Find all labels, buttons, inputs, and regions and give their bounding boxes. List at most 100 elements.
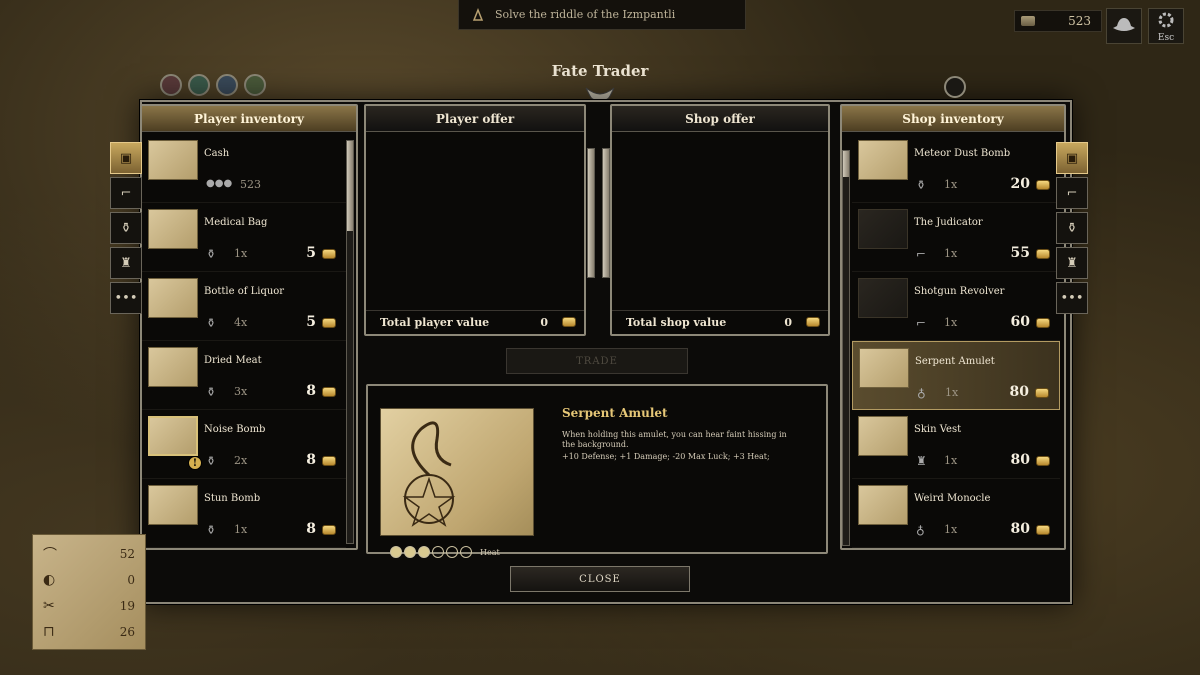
tab-all-items[interactable]: ▣: [110, 142, 142, 174]
tab-weapons[interactable]: ⌐: [110, 177, 142, 209]
flask-icon: ⚱: [120, 220, 132, 236]
tab-consumables[interactable]: ⚱: [110, 212, 142, 244]
stun-bomb-thumbnail: [148, 485, 198, 525]
window-title: Fate Trader: [551, 62, 649, 80]
shop-inventory-panel: Shop inventory Meteor Dust Bomb ⚱ 1x 20 …: [840, 104, 1066, 550]
meteor-dust-bomb-thumbnail: [858, 140, 908, 180]
detail-description: When holding this amulet, you can hear f…: [562, 430, 787, 449]
item-quantity: 1x: [944, 178, 958, 191]
item-price: 55: [1010, 245, 1030, 261]
flask-icon: ⚱: [206, 316, 217, 330]
inventory-item[interactable]: Stun Bomb ⚱ 1x 8: [142, 479, 346, 548]
tab-misc[interactable]: •••: [110, 282, 142, 314]
close-button[interactable]: CLOSE: [510, 566, 690, 592]
trade-button[interactable]: TRADE: [506, 348, 688, 374]
item-quantity: 1x: [944, 247, 958, 260]
player-offer-header: Player offer: [366, 106, 584, 132]
coins-icon: ●●●: [206, 178, 233, 189]
tab-armor[interactable]: ♜: [1056, 247, 1088, 279]
esc-label: Esc: [1157, 32, 1175, 43]
dried-meat-thumbnail: [148, 347, 198, 387]
party-member-portrait[interactable]: [160, 74, 182, 96]
heat-skull-icon: [404, 546, 416, 558]
shop-inventory-scrollbar[interactable]: [842, 150, 850, 546]
heat-meter: Heat: [390, 546, 500, 558]
cash-icon: [1021, 16, 1035, 26]
character-button[interactable]: [1106, 8, 1142, 44]
heat-skull-icon: [390, 546, 402, 558]
item-price: 8: [306, 521, 316, 537]
flask-icon: ⚱: [206, 385, 217, 399]
warning-icon: !: [188, 456, 202, 470]
coin-icon: [806, 317, 820, 327]
item-quantity: 1x: [234, 523, 248, 536]
inventory-item[interactable]: Skin Vest ♜ 1x 80: [852, 410, 1060, 479]
bottle-thumbnail: [148, 278, 198, 318]
menu-button[interactable]: Esc: [1148, 8, 1184, 44]
inventory-item[interactable]: Meteor Dust Bomb ⚱ 1x 20: [852, 134, 1060, 203]
party-member-portrait[interactable]: [188, 74, 210, 96]
scroll-thumb[interactable]: [588, 149, 594, 277]
inventory-item[interactable]: Shotgun Revolver ⌐ 1x 60: [852, 272, 1060, 341]
inventory-item[interactable]: Cash ●●● 523: [142, 134, 346, 203]
coin-icon: [1036, 180, 1050, 190]
party-member-portrait[interactable]: [216, 74, 238, 96]
shotgun-revolver-thumbnail: [858, 278, 908, 318]
scroll-thumb[interactable]: [347, 141, 353, 231]
player-inventory-panel: Player inventory Cash ●●● 523 Medical Ba…: [140, 104, 358, 550]
item-price: 5: [306, 314, 316, 330]
revolver-icon: ⌐: [120, 185, 132, 201]
item-name: The Judicator: [914, 217, 983, 228]
tab-weapons[interactable]: ⌐: [1056, 177, 1088, 209]
cash-value: 523: [1068, 14, 1091, 28]
tab-all-items[interactable]: ▣: [1056, 142, 1088, 174]
player-offer-scrollbar[interactable]: [587, 148, 595, 278]
resources-panel: ⌒ 52 ◐ 0 ✂ 19 ⊓ 26: [32, 534, 146, 650]
inventory-item[interactable]: Medical Bag ⚱ 1x 5: [142, 203, 346, 272]
item-name: Bottle of Liquor: [204, 286, 285, 297]
scroll-thumb[interactable]: [843, 151, 849, 177]
party-member-portrait[interactable]: [244, 74, 266, 96]
flask-icon: ⚱: [916, 178, 927, 192]
scroll-thumb[interactable]: [603, 149, 609, 277]
item-quantity: 1x: [944, 454, 958, 467]
quest-text: Solve the riddle of the Izmpantli: [495, 8, 676, 21]
more-icon: •••: [114, 290, 138, 306]
stat-value: 26: [119, 625, 135, 639]
medical-bag-thumbnail: [148, 209, 198, 249]
quest-banner: Solve the riddle of the Izmpantli: [458, 0, 746, 30]
inventory-item[interactable]: Dried Meat ⚱ 3x 8: [142, 341, 346, 410]
amulet-icon: ♁: [917, 386, 926, 400]
flask-icon: ⚱: [206, 454, 217, 468]
revolver-icon: ⌐: [1066, 185, 1078, 201]
coin-icon: [1036, 456, 1050, 466]
inventory-item-selected[interactable]: Serpent Amulet ♁ 1x 80: [852, 341, 1060, 410]
tools-icon: ✂: [43, 598, 55, 614]
item-name: Shotgun Revolver: [914, 286, 1005, 297]
inventory-item[interactable]: The Judicator ⌐ 1x 55: [852, 203, 1060, 272]
tab-misc[interactable]: •••: [1056, 282, 1088, 314]
shop-offer-scrollbar[interactable]: [602, 148, 610, 278]
player-inventory-scrollbar[interactable]: [346, 140, 354, 544]
revolver-icon: ⌐: [916, 247, 927, 261]
party-portraits: [160, 74, 266, 96]
shop-total-label: Total shop value: [626, 316, 727, 329]
backpack-icon: ▣: [119, 150, 133, 166]
item-price: 60: [1010, 314, 1030, 330]
serpent-amulet-thumbnail: [859, 348, 909, 388]
inventory-item[interactable]: Weird Monocle ♁ 1x 80: [852, 479, 1060, 548]
shop-category-tabs: ▣ ⌐ ⚱ ♜ •••: [1056, 142, 1088, 314]
coin-icon: [322, 525, 336, 535]
weird-monocle-thumbnail: [858, 485, 908, 525]
detail-title: Serpent Amulet: [562, 406, 668, 420]
flask-icon: ⚱: [1066, 220, 1078, 236]
coin-icon: [322, 387, 336, 397]
inventory-item[interactable]: ! Noise Bomb ⚱ 2x 8: [142, 410, 346, 479]
item-quantity: 1x: [944, 316, 958, 329]
tab-consumables[interactable]: ⚱: [1056, 212, 1088, 244]
gear-icon: [1156, 10, 1176, 33]
flask-icon: ⚱: [206, 523, 217, 537]
inventory-item[interactable]: Bottle of Liquor ⚱ 4x 5: [142, 272, 346, 341]
stat-row: ◐ 0: [43, 567, 135, 593]
tab-armor[interactable]: ♜: [110, 247, 142, 279]
